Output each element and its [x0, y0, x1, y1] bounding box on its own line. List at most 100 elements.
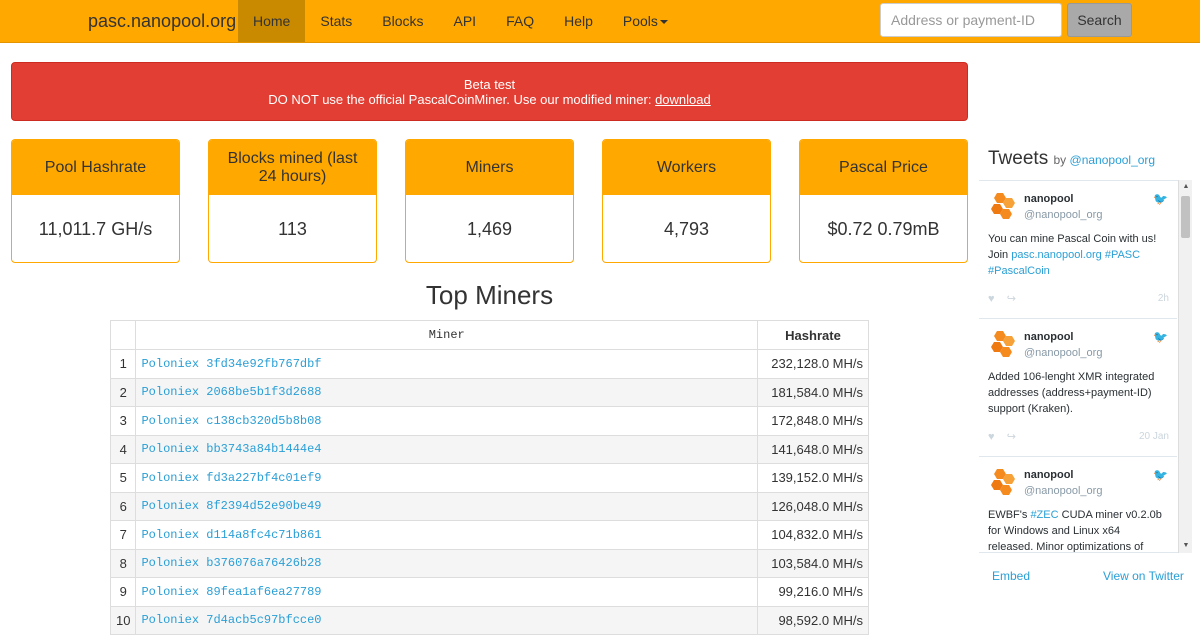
like-heart-icon[interactable]: ♥ [988, 431, 995, 443]
twitter-bird-icon[interactable]: 🐦 [1153, 468, 1168, 482]
search-button[interactable]: Search [1067, 3, 1132, 37]
miner-link[interactable]: Poloniex fd3a227bf4c01ef9 [135, 463, 758, 493]
nav-menu: Home Stats Blocks API FAQ Help Pools [238, 0, 683, 42]
tweet-item: nanopool @nanopool_org 🐦 EWBF's #ZEC CUD… [979, 457, 1177, 552]
stat-value: 11,011.7 GH/s [38, 218, 153, 239]
row-index: 1 [109, 349, 137, 379]
tweets-by: by @nanopool_org [1053, 153, 1155, 167]
navbar: pasc.nanopool.org Home Stats Blocks API … [0, 0, 1200, 43]
nav-api[interactable]: API [439, 0, 492, 42]
stat-card-workers: Workers 4,793 [602, 139, 771, 263]
nav-home[interactable]: Home [238, 0, 306, 42]
alert-message: DO NOT use the official PascalCoinMiner.… [12, 92, 967, 107]
tweet-link[interactable]: pasc.nanopool.org [1011, 249, 1102, 261]
miner-link[interactable]: Poloniex d114a8fc4c71b861 [135, 520, 758, 550]
tweets-timeline[interactable]: nanopool @nanopool_org 🐦 You can mine Pa… [979, 180, 1192, 553]
miner-hashrate: 126,048.0 MH/s [757, 491, 869, 521]
twitter-bird-icon[interactable]: 🐦 [1153, 192, 1168, 206]
stat-card-pascal-price: Pascal Price $0.72 0.79mB [799, 139, 968, 263]
scroll-thumb[interactable] [1181, 196, 1190, 238]
tweets-title: Tweets by @nanopool_org [988, 148, 1155, 170]
tweet-item: nanopool @nanopool_org 🐦 Added 106-lengh… [979, 319, 1177, 457]
tweet-text-part: Added 106-lenght XMR integrated addresse… [988, 371, 1155, 415]
nav-help[interactable]: Help [549, 0, 608, 42]
hashrate-column-header: Hashrate [757, 320, 869, 350]
tweet-text-part: EWBF's [988, 509, 1031, 521]
row-index: 8 [109, 548, 137, 578]
nav-pools-dropdown[interactable]: Pools [608, 0, 683, 42]
miner-link[interactable]: Poloniex 2068be5b1f3d2688 [135, 377, 758, 407]
tweets-handle-link[interactable]: @nanopool_org [1070, 153, 1156, 167]
miner-link[interactable]: Poloniex 3fd34e92fb767dbf [135, 349, 758, 379]
stat-card-pool-hashrate: Pool Hashrate 11,011.7 GH/s [11, 139, 180, 263]
table-row: 9 Poloniex 89fea1af6ea27789 99,216.0 MH/s [109, 577, 869, 607]
miner-link[interactable]: Poloniex 7d4acb5c97bfcce0 [135, 605, 758, 635]
nav-stats[interactable]: Stats [305, 0, 367, 42]
row-index: 4 [109, 434, 137, 464]
tweet-author-name[interactable]: nanopool [1024, 331, 1074, 343]
miner-link[interactable]: Poloniex bb3743a84b1444e4 [135, 434, 758, 464]
tweet-hashtag[interactable]: #ZEC [1030, 509, 1058, 521]
tweet-author-handle[interactable]: @nanopool_org [1024, 209, 1102, 221]
miner-hashrate: 141,648.0 MH/s [757, 434, 869, 464]
tweet-author-name[interactable]: nanopool [1024, 469, 1074, 481]
table-row: 3 Poloniex c138cb320d5b8b08 172,848.0 MH/s [109, 406, 869, 436]
miner-link[interactable]: Poloniex c138cb320d5b8b08 [135, 406, 758, 436]
tweet-actions: ♥ ↪ [988, 430, 1016, 443]
view-on-twitter-link[interactable]: View on Twitter [1103, 569, 1184, 583]
miner-hashrate: 103,584.0 MH/s [757, 548, 869, 578]
tweets-heading: Tweets [988, 148, 1049, 169]
miner-hashrate: 104,832.0 MH/s [757, 520, 869, 550]
nanopool-logo-icon [991, 469, 1015, 495]
scroll-up-arrow-icon[interactable]: ▲ [1179, 180, 1193, 194]
nanopool-logo-icon [991, 193, 1015, 219]
miner-link[interactable]: Poloniex 89fea1af6ea27789 [135, 577, 758, 607]
row-index: 2 [109, 377, 137, 407]
tweet-author-handle[interactable]: @nanopool_org [1024, 485, 1102, 497]
miner-hashrate: 139,152.0 MH/s [757, 463, 869, 493]
tweet-actions: ♥ ↪ [988, 292, 1016, 305]
tweet-hashtag[interactable]: #PascalCoin [988, 265, 1050, 277]
table-row: 10 Poloniex 7d4acb5c97bfcce0 98,592.0 MH/s [109, 605, 869, 635]
tweet-author-handle[interactable]: @nanopool_org [1024, 347, 1102, 359]
twitter-bird-icon[interactable]: 🐦 [1153, 330, 1168, 344]
stat-value: 1,469 [466, 218, 513, 239]
miner-link[interactable]: Poloniex 8f2394d52e90be49 [135, 491, 758, 521]
table-row: 7 Poloniex d114a8fc4c71b861 104,832.0 MH/s [109, 520, 869, 550]
alert-title: Beta test [463, 77, 516, 92]
search-input[interactable] [880, 3, 1062, 37]
top-miners-title: Top Miners [425, 280, 554, 310]
stat-label: Blocks mined (last 24 hours) [209, 140, 376, 195]
nanopool-logo-icon [991, 331, 1015, 357]
row-index: 3 [109, 406, 137, 436]
table-row: 6 Poloniex 8f2394d52e90be49 126,048.0 MH/s [109, 491, 869, 521]
miner-hashrate: 99,216.0 MH/s [757, 577, 869, 607]
table-row: 8 Poloniex b376076a76426b28 103,584.0 MH/s [109, 548, 869, 578]
download-link[interactable]: download [655, 92, 711, 107]
tweet-hashtag[interactable]: #PASC [1105, 249, 1140, 261]
tweet-date[interactable]: 20 Jan [1129, 431, 1169, 442]
brand-link[interactable]: pasc.nanopool.org [88, 0, 236, 42]
like-heart-icon[interactable]: ♥ [988, 293, 995, 305]
tweets-by-label: by [1053, 153, 1067, 167]
tweet-author-name[interactable]: nanopool [1024, 193, 1074, 205]
miner-hashrate: 232,128.0 MH/s [757, 349, 869, 379]
share-icon[interactable]: ↪ [1007, 431, 1016, 443]
table-row: 2 Poloniex 2068be5b1f3d2688 181,584.0 MH/s [109, 377, 869, 407]
scroll-down-arrow-icon[interactable]: ▼ [1179, 539, 1193, 553]
tweet-text: EWBF's #ZEC CUDA miner v0.2.0b for Windo… [988, 507, 1168, 552]
embed-link[interactable]: Embed [992, 569, 1030, 583]
miner-link[interactable]: Poloniex b376076a76426b28 [135, 548, 758, 578]
table-row: 1 Poloniex 3fd34e92fb767dbf 232,128.0 MH/s [109, 349, 869, 379]
tweet-item: nanopool @nanopool_org 🐦 You can mine Pa… [979, 181, 1177, 319]
tweet-text: Added 106-lenght XMR integrated addresse… [988, 369, 1168, 417]
stat-card-miners: Miners 1,469 [405, 139, 574, 263]
tweet-date[interactable]: 2h [1129, 293, 1169, 304]
row-index: 10 [109, 605, 137, 635]
row-index: 6 [109, 491, 137, 521]
share-icon[interactable]: ↪ [1007, 293, 1016, 305]
tweets-scrollbar[interactable]: ▲ ▼ [1178, 180, 1192, 553]
caret-down-icon [659, 20, 668, 25]
nav-faq[interactable]: FAQ [491, 0, 549, 42]
nav-blocks[interactable]: Blocks [367, 0, 438, 42]
